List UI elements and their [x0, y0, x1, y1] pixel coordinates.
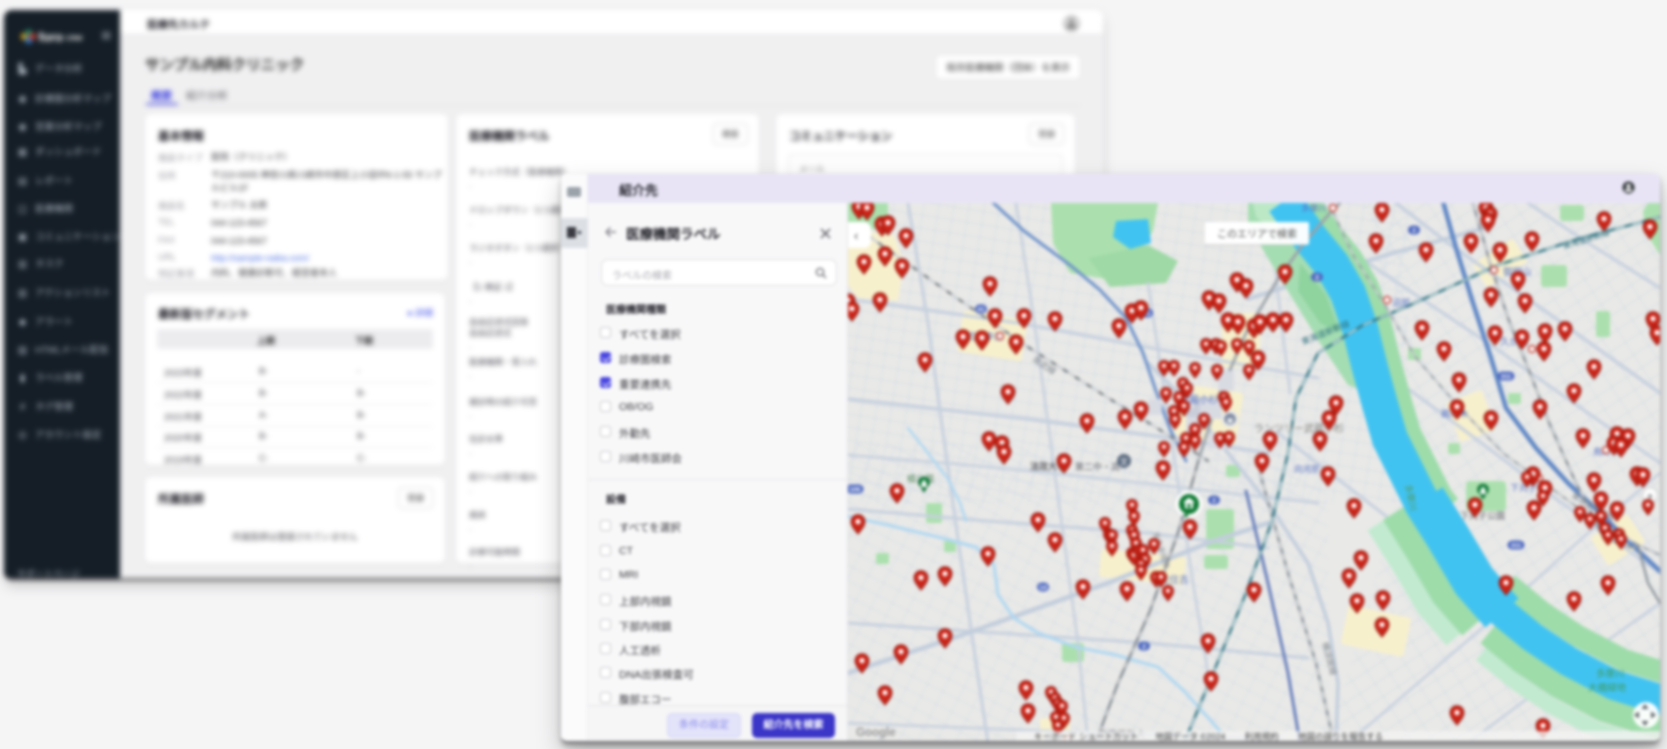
svg-text:多摩川: 多摩川	[1596, 668, 1625, 680]
svg-text:2: 2	[1142, 644, 1146, 651]
svg-text:foro: foro	[38, 30, 63, 45]
svg-text:‹: ‹	[854, 228, 858, 243]
svg-text:2: 2	[1315, 275, 1319, 282]
svg-text:沼部: 沼部	[1392, 297, 1410, 308]
svg-text:文: 文	[1120, 457, 1128, 467]
svg-text:14: 14	[1039, 585, 1047, 592]
svg-text:法政大学 第二中・高: 法政大学 第二中・高	[1030, 461, 1120, 472]
svg-text:Google: Google	[856, 727, 896, 739]
svg-text:2: 2	[1212, 498, 1216, 505]
svg-text:キーボード ショートカット 地図データ ©2024 利: キーボード ショートカット 地図データ ©2024 利用規約 地図の誤りを報告す…	[1034, 732, 1383, 742]
svg-text:311: 311	[1511, 543, 1522, 550]
svg-text:106: 106	[850, 487, 861, 494]
svg-text:311: 311	[1501, 374, 1512, 381]
svg-text:▣: ▣	[1227, 418, 1234, 425]
svg-text:41: 41	[977, 307, 985, 314]
svg-text:多摩川: 多摩川	[1301, 203, 1327, 213]
svg-text:向河原: 向河原	[1294, 464, 1320, 474]
svg-text:下丸子公園: 下丸子公園	[1460, 510, 1505, 521]
svg-text:CRM: CRM	[66, 34, 83, 43]
svg-text:このエリアで検索: このエリアで検索	[1217, 228, 1297, 241]
svg-text:大橋緑地: 大橋緑地	[1588, 682, 1627, 694]
svg-text:2: 2	[1412, 228, 1416, 235]
